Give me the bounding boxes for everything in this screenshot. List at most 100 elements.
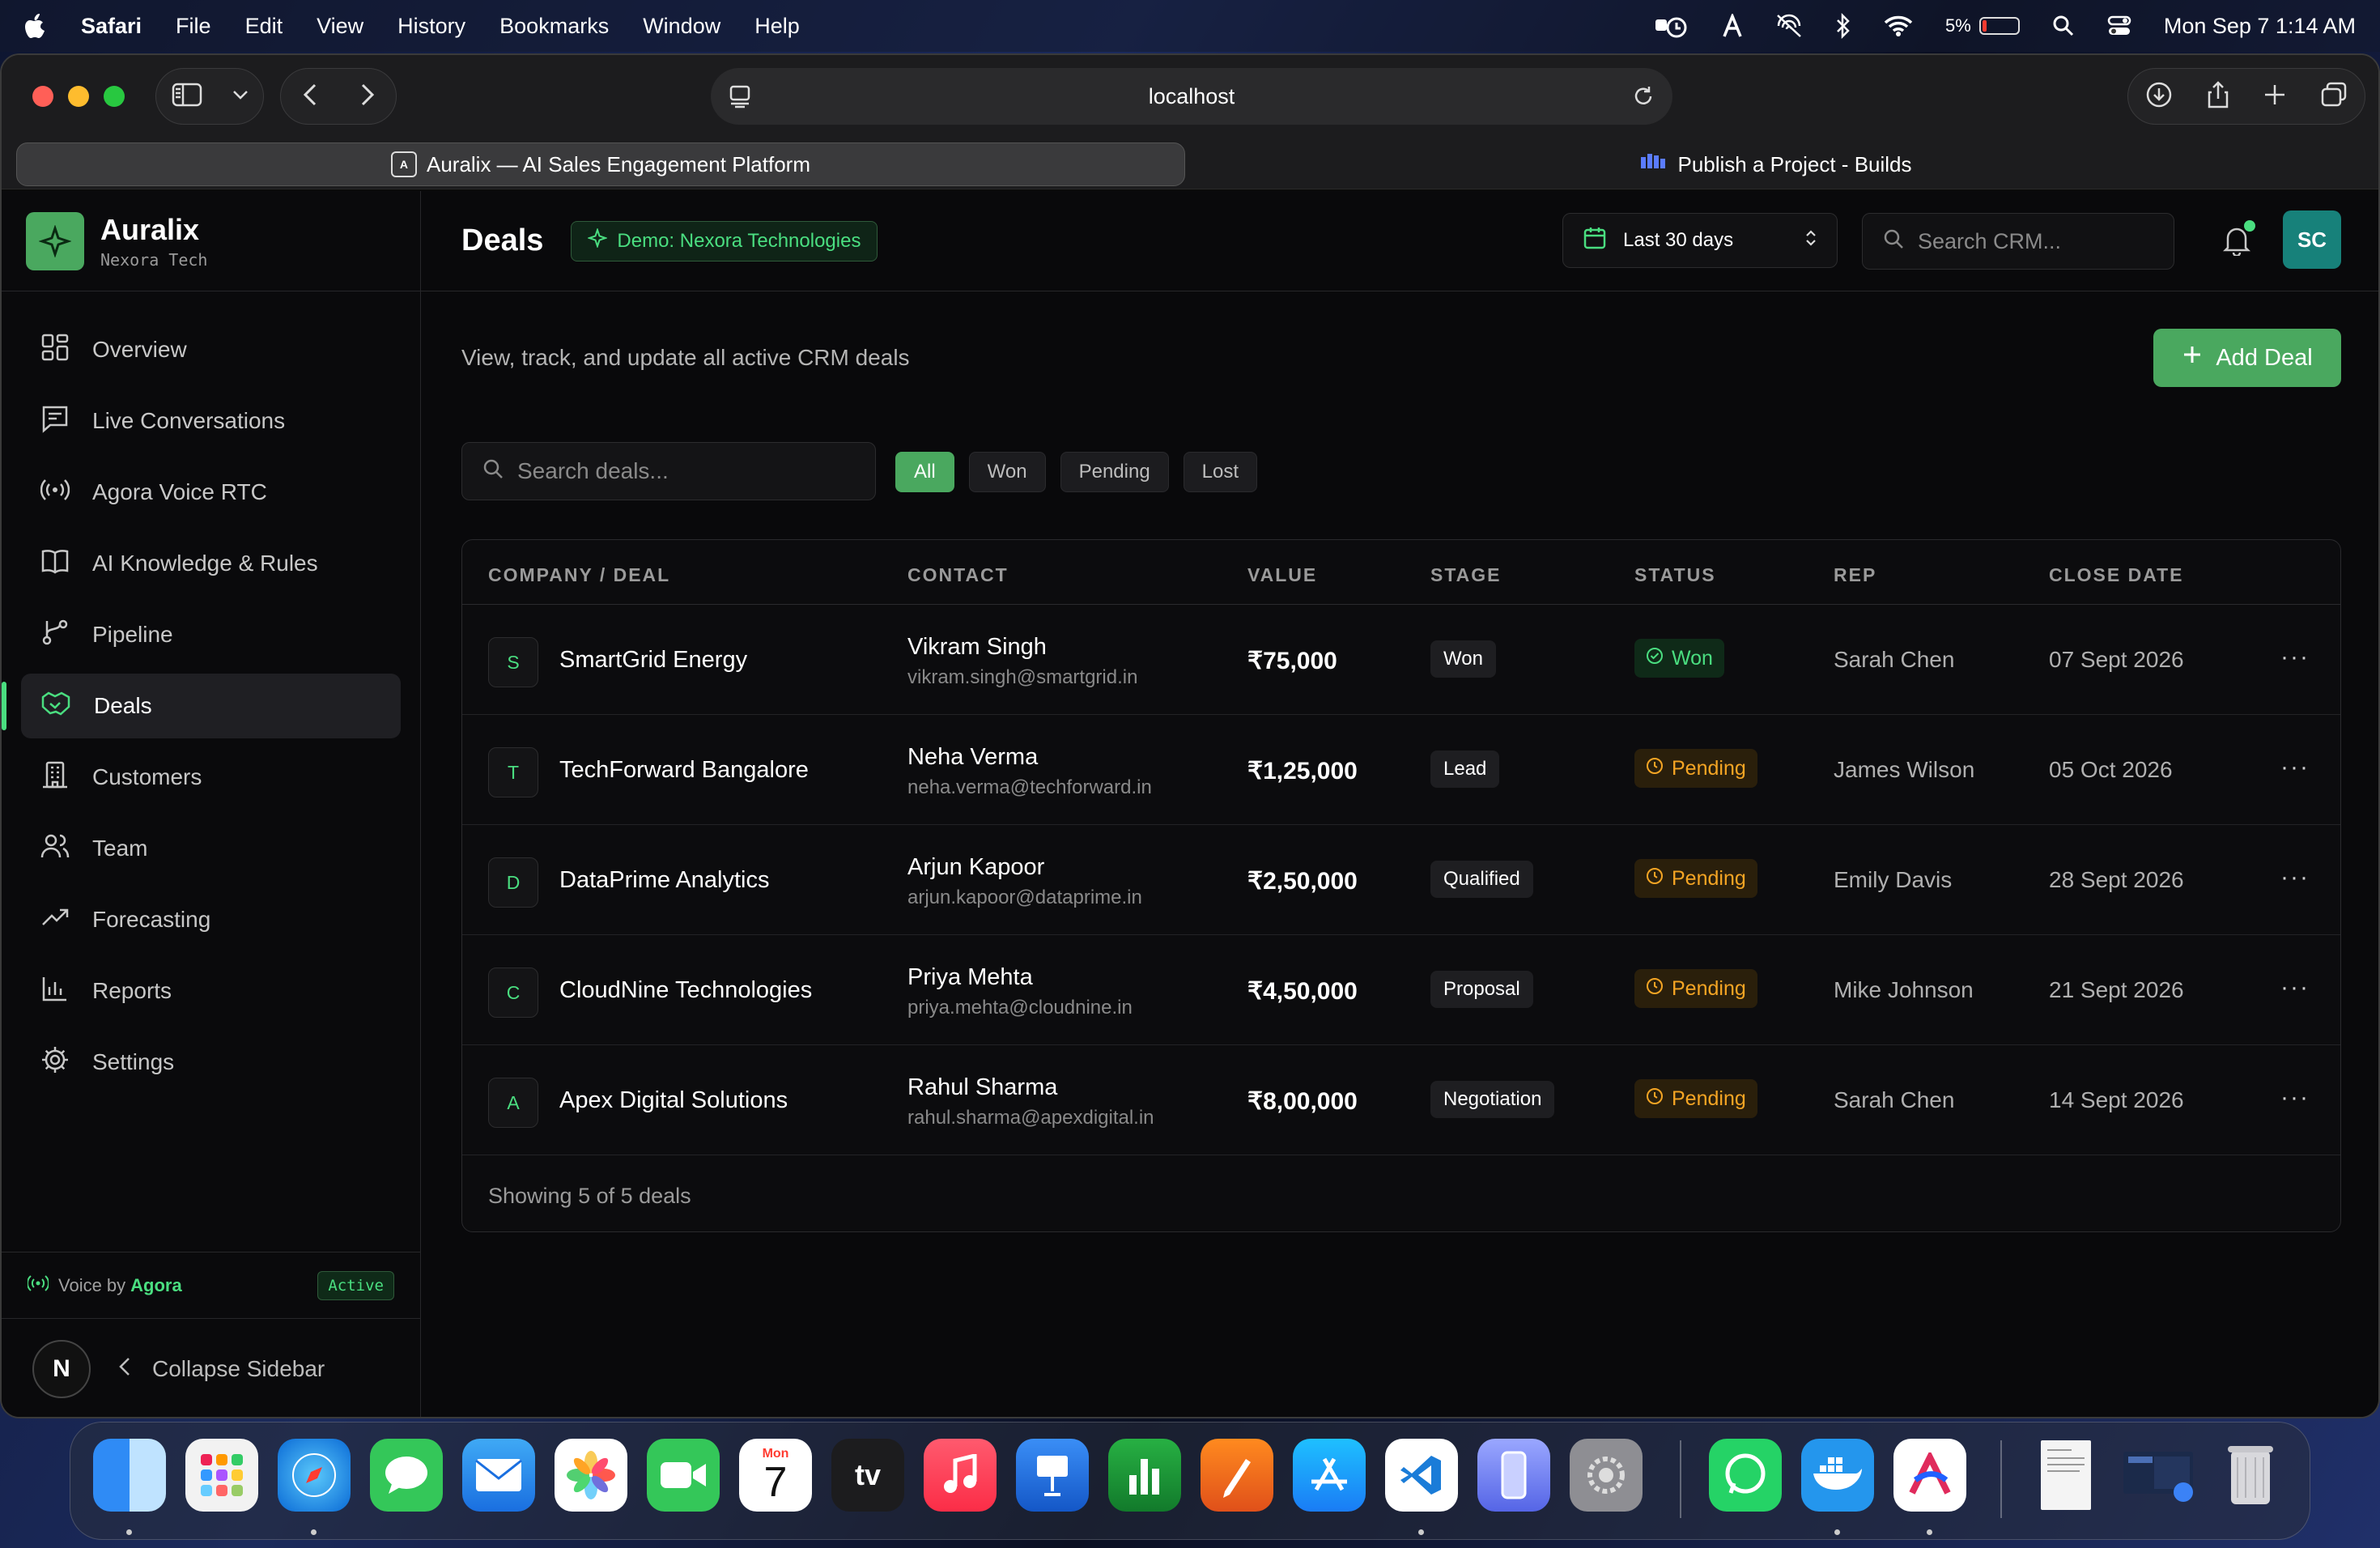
sidebar-item-agora-voice[interactable]: Agora Voice RTC (21, 460, 401, 525)
text-input-icon[interactable] (1722, 14, 1743, 38)
table-row[interactable]: T TechForward Bangalore Neha Verma neha.… (462, 715, 2340, 825)
menu-history[interactable]: History (397, 14, 465, 39)
brand[interactable]: Auralix Nexora Tech (2, 191, 420, 291)
company-name[interactable]: SmartGrid Energy (559, 647, 747, 674)
sidebar-item-customers[interactable]: Customers (21, 745, 401, 810)
sidebar-item-team[interactable]: Team (21, 816, 401, 881)
mail-icon[interactable] (462, 1439, 535, 1512)
address-bar[interactable]: localhost (711, 68, 1672, 125)
more-actions-icon[interactable]: ··· (2280, 754, 2310, 781)
page-settings-icon[interactable] (729, 84, 751, 114)
finder-icon[interactable] (93, 1439, 166, 1512)
company-name[interactable]: DataPrime Analytics (559, 867, 770, 894)
filter-lost[interactable]: Lost (1183, 452, 1258, 492)
sidebar-item-reports[interactable]: Reports (21, 959, 401, 1023)
tab-publish-project[interactable]: Publish a Project - Builds (1185, 142, 2367, 186)
filter-all[interactable]: All (895, 452, 954, 492)
menu-clock[interactable]: Mon Sep 7 1:14 AM (2164, 14, 2356, 39)
apple-tv-icon[interactable]: tv (831, 1439, 904, 1512)
sidebar-item-overview[interactable]: Overview (21, 317, 401, 382)
notifications-button[interactable] (2222, 220, 2255, 260)
apple-menu-icon[interactable] (24, 12, 49, 40)
downloads-icon[interactable] (2145, 81, 2173, 113)
bluetooth-icon[interactable] (1835, 13, 1851, 39)
sidebar-item-pipeline[interactable]: Pipeline (21, 602, 401, 667)
docker-icon[interactable] (1801, 1439, 1874, 1512)
column-close-date[interactable]: CLOSE DATE (2049, 564, 2184, 586)
sidebar-item-forecasting[interactable]: Forecasting (21, 887, 401, 952)
app-store-icon[interactable] (1293, 1439, 1366, 1512)
column-contact[interactable]: CONTACT (907, 564, 1009, 586)
menu-bookmarks[interactable]: Bookmarks (499, 14, 609, 39)
launchpad-icon[interactable] (185, 1439, 258, 1512)
wifi-icon[interactable] (1884, 15, 1913, 37)
sidebar-item-ai-knowledge[interactable]: AI Knowledge & Rules (21, 531, 401, 596)
filter-pending[interactable]: Pending (1060, 452, 1169, 492)
add-deal-button[interactable]: Add Deal (2153, 329, 2341, 387)
whatsapp-icon[interactable] (1709, 1439, 1782, 1512)
company-name[interactable]: Apex Digital Solutions (559, 1087, 788, 1114)
numbers-icon[interactable] (1108, 1439, 1181, 1512)
menu-window[interactable]: Window (643, 14, 720, 39)
user-avatar[interactable]: SC (2283, 211, 2341, 269)
pages-icon[interactable] (1201, 1439, 1273, 1512)
new-tab-icon[interactable] (2263, 83, 2286, 110)
column-value[interactable]: VALUE (1247, 564, 1317, 586)
music-icon[interactable] (924, 1439, 997, 1512)
table-row[interactable]: A Apex Digital Solutions Rahul Sharma ra… (462, 1045, 2340, 1155)
screen-time-icon[interactable] (1654, 13, 1689, 39)
tab-auralix[interactable]: A Auralix — AI Sales Engagement Platform (16, 142, 1185, 186)
calendar-icon[interactable]: Mon 7 (739, 1439, 812, 1512)
sidebar-item-live-conversations[interactable]: Live Conversations (21, 389, 401, 453)
table-row[interactable]: C CloudNine Technologies Priya Mehta pri… (462, 935, 2340, 1045)
column-rep[interactable]: REP (1834, 564, 1876, 586)
zoom-window-button[interactable] (104, 86, 125, 107)
crm-search-input[interactable]: Search CRM... (1862, 213, 2174, 270)
keynote-icon[interactable] (1016, 1439, 1089, 1512)
menu-file[interactable]: File (176, 14, 211, 39)
sidebar-toggle-button[interactable] (155, 68, 264, 125)
forward-icon[interactable] (359, 83, 376, 111)
document-stack-icon[interactable] (2029, 1439, 2102, 1512)
facetime-icon[interactable] (647, 1439, 720, 1512)
airdrop-off-icon[interactable] (1775, 13, 1803, 39)
table-row[interactable]: D DataPrime Analytics Arjun Kapoor arjun… (462, 825, 2340, 935)
menu-app-name[interactable]: Safari (81, 14, 142, 39)
menu-edit[interactable]: Edit (245, 14, 283, 39)
share-icon[interactable] (2207, 80, 2229, 113)
company-name[interactable]: CloudNine Technologies (559, 977, 812, 1004)
column-stage[interactable]: STAGE (1430, 564, 1502, 586)
safari-icon[interactable] (278, 1439, 351, 1512)
arc-icon[interactable] (1893, 1439, 1966, 1512)
menu-view[interactable]: View (317, 14, 363, 39)
photos-icon[interactable] (555, 1439, 627, 1512)
control-center-icon[interactable] (2107, 15, 2131, 37)
n-avatar[interactable]: N (32, 1340, 91, 1398)
back-icon[interactable] (302, 83, 318, 111)
company-name[interactable]: TechForward Bangalore (559, 757, 809, 784)
screenshot-stack-icon[interactable] (2122, 1439, 2195, 1512)
date-range-select[interactable]: Last 30 days (1562, 213, 1838, 268)
sidebar-item-settings[interactable]: Settings (21, 1030, 401, 1095)
messages-icon[interactable] (370, 1439, 443, 1512)
table-row[interactable]: S SmartGrid Energy Vikram Singh vikram.s… (462, 605, 2340, 715)
system-settings-icon[interactable] (1570, 1439, 1643, 1512)
vscode-icon[interactable] (1385, 1439, 1458, 1512)
menu-help[interactable]: Help (754, 14, 800, 39)
simulator-icon[interactable] (1477, 1439, 1550, 1512)
filter-won[interactable]: Won (968, 452, 1046, 492)
close-window-button[interactable] (32, 86, 53, 107)
deal-search-input[interactable]: Search deals... (461, 442, 876, 500)
sidebar-item-deals[interactable]: Deals (2, 674, 401, 738)
collapse-sidebar-button[interactable]: N Collapse Sidebar (2, 1319, 420, 1417)
battery-indicator[interactable]: 5% (1945, 15, 2020, 36)
more-actions-icon[interactable]: ··· (2280, 864, 2310, 891)
trash-icon[interactable] (2214, 1439, 2287, 1512)
more-actions-icon[interactable]: ··· (2280, 644, 2310, 671)
more-actions-icon[interactable]: ··· (2280, 1084, 2310, 1112)
spotlight-search-icon[interactable] (2052, 15, 2075, 37)
tab-overview-icon[interactable] (2320, 82, 2348, 112)
reload-icon[interactable] (1632, 84, 1655, 114)
column-company[interactable]: COMPANY / DEAL (488, 564, 670, 586)
column-status[interactable]: STATUS (1634, 564, 1716, 586)
